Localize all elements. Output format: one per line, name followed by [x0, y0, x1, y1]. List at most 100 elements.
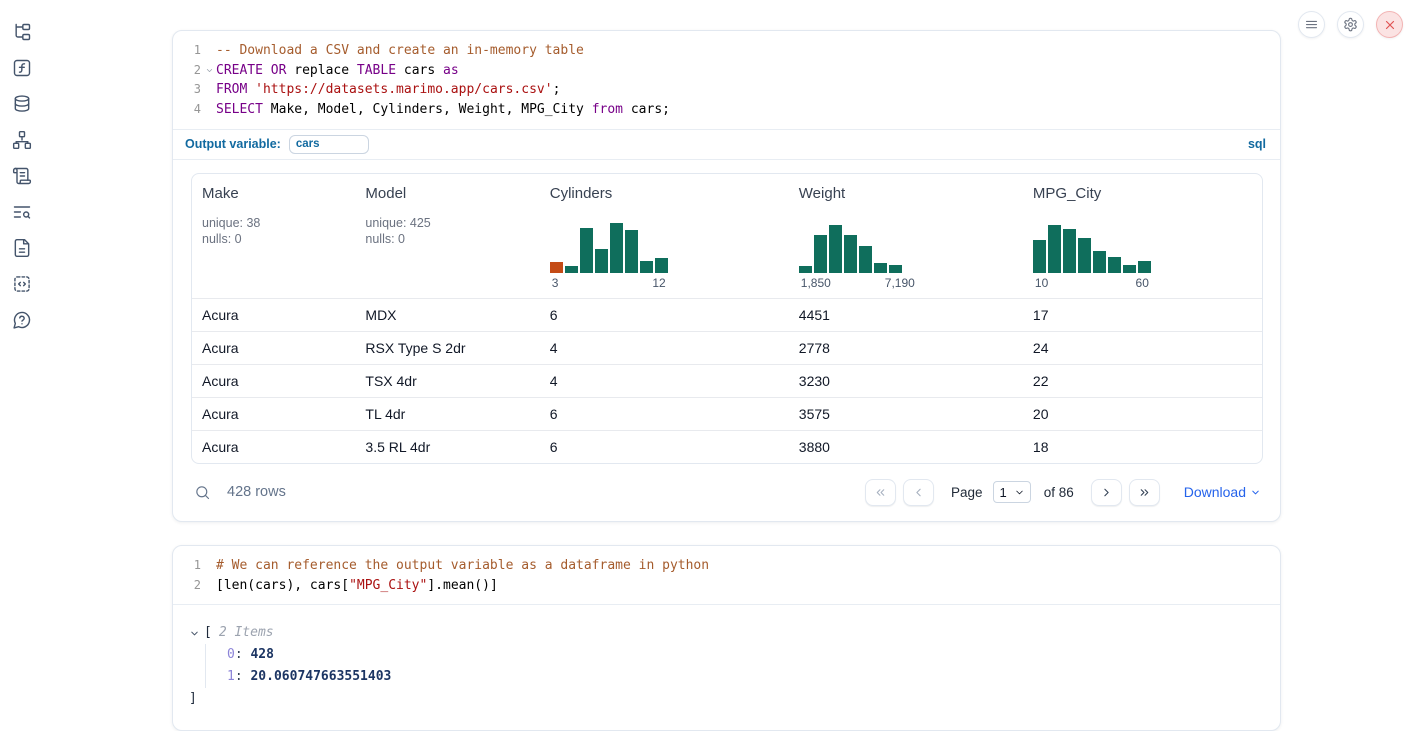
column-stat: nulls: 0	[202, 231, 345, 248]
histogram-bar[interactable]	[1108, 257, 1121, 273]
previous-page-button[interactable]	[903, 479, 934, 506]
token-str: "MPG_City"	[349, 578, 427, 593]
page-count-label: of 86	[1044, 485, 1074, 500]
help-chat-icon[interactable]	[12, 310, 32, 330]
token-kw: from	[592, 102, 623, 117]
table-cell: 4	[540, 365, 789, 397]
sql-code-editor[interactable]: 1-- Download a CSV and create an in-memo…	[173, 31, 1280, 129]
shutdown-x-icon[interactable]	[1376, 11, 1403, 38]
token: Make, Model, Cylinders, Weight, MPG_City	[263, 102, 592, 117]
column-name[interactable]: Model	[365, 185, 529, 202]
histogram-bar[interactable]	[1093, 251, 1106, 273]
window-controls	[1298, 11, 1403, 38]
histogram-bar[interactable]	[829, 225, 842, 273]
menu-icon[interactable]	[1298, 11, 1325, 38]
line-number: 2	[173, 61, 203, 81]
histogram-bar[interactable]	[1048, 225, 1061, 273]
token-cm: # We can reference the output variable a…	[216, 558, 709, 573]
table-cell: 6	[540, 299, 789, 331]
token-kw: CREATE	[216, 63, 263, 78]
table-cell: 3230	[789, 365, 1023, 397]
tree-item-key: 1	[227, 669, 235, 684]
table-cell: TL 4dr	[355, 398, 539, 430]
histogram-bar[interactable]	[640, 261, 653, 273]
column-stat: unique: 38	[202, 215, 345, 232]
output-variable-input[interactable]	[289, 135, 369, 154]
histogram-bars[interactable]	[1033, 223, 1151, 273]
table-body: AcuraMDX6445117AcuraRSX Type S 2dr427782…	[192, 298, 1262, 463]
token: cars;	[623, 102, 670, 117]
line-number: 4	[173, 100, 203, 120]
token: [len(cars), cars[	[216, 578, 349, 593]
code-content: FROM 'https://datasets.marimo.app/cars.c…	[203, 80, 560, 100]
histogram-bar[interactable]	[625, 230, 638, 273]
tree-open-bracket: [	[204, 622, 212, 644]
histogram-bar[interactable]	[580, 228, 593, 273]
table-row[interactable]: AcuraTL 4dr6357520	[192, 397, 1262, 430]
token: ;	[553, 82, 561, 97]
last-page-button[interactable]	[1129, 479, 1160, 506]
histogram-bar[interactable]	[844, 235, 857, 273]
histogram-bar[interactable]	[874, 263, 887, 273]
scroll-text-icon[interactable]	[12, 166, 32, 186]
file-text-icon[interactable]	[12, 238, 32, 258]
text-search-icon[interactable]	[12, 202, 32, 222]
column-name[interactable]: MPG_City	[1033, 185, 1252, 202]
settings-gear-icon[interactable]	[1337, 11, 1364, 38]
file-tree-icon[interactable]	[12, 22, 32, 42]
next-page-button[interactable]	[1091, 479, 1122, 506]
data-table: Makeunique: 38nulls: 0Modelunique: 425nu…	[191, 173, 1263, 464]
histogram-bar[interactable]	[550, 262, 563, 273]
token: cars	[396, 63, 443, 78]
search-icon[interactable]	[194, 484, 211, 501]
histogram-bars[interactable]	[550, 223, 668, 273]
histogram-bar[interactable]	[859, 246, 872, 273]
table-row[interactable]: Acura3.5 RL 4dr6388018	[192, 430, 1262, 463]
table-cell: 3.5 RL 4dr	[355, 431, 539, 463]
histogram-bar[interactable]	[595, 249, 608, 273]
fold-chevron-icon[interactable]	[205, 66, 214, 75]
histogram-bar[interactable]	[565, 266, 578, 273]
axis-max-label: 12	[652, 276, 665, 290]
column-name[interactable]: Make	[202, 185, 345, 202]
column-header-mpg_city: MPG_City1060	[1023, 174, 1262, 298]
histogram-bar[interactable]	[1033, 240, 1046, 273]
histogram-bar[interactable]	[1078, 238, 1091, 273]
tree-items: 0: 4281: 20.060747663551403	[205, 644, 1262, 688]
table-cell: 4	[540, 332, 789, 364]
histogram-bar[interactable]	[610, 223, 623, 273]
table-row[interactable]: AcuraTSX 4dr4323022	[192, 364, 1262, 397]
download-button[interactable]: Download	[1184, 484, 1261, 500]
histogram-bar[interactable]	[655, 258, 668, 273]
chevron-down-icon[interactable]	[189, 628, 200, 639]
function-square-icon[interactable]	[12, 58, 32, 78]
histogram-bar[interactable]	[799, 266, 812, 273]
table-cell: 3880	[789, 431, 1023, 463]
histogram-bar[interactable]	[1123, 265, 1136, 273]
first-page-button[interactable]	[865, 479, 896, 506]
sql-cell-output: Makeunique: 38nulls: 0Modelunique: 425nu…	[173, 159, 1280, 521]
table-cell: 18	[1023, 431, 1262, 463]
table-cell: 6	[540, 398, 789, 430]
token-kw: FROM	[216, 82, 247, 97]
database-icon[interactable]	[12, 94, 32, 114]
snippets-icon[interactable]	[12, 274, 32, 294]
table-row[interactable]: AcuraRSX Type S 2dr4277824	[192, 331, 1262, 364]
language-tag[interactable]: sql	[1248, 137, 1266, 151]
histogram-bar[interactable]	[1138, 261, 1151, 273]
column-name[interactable]: Weight	[799, 185, 1013, 202]
histogram-bar[interactable]	[814, 235, 827, 273]
histogram-bar[interactable]	[1063, 229, 1076, 273]
python-code-editor[interactable]: 1# We can reference the output variable …	[173, 546, 1280, 604]
code-line: 2CREATE OR replace TABLE cars as	[173, 61, 1280, 81]
histogram-bar[interactable]	[889, 265, 902, 273]
table-header-row: Makeunique: 38nulls: 0Modelunique: 425nu…	[192, 174, 1262, 298]
page-select[interactable]: 1	[993, 481, 1030, 503]
network-icon[interactable]	[12, 130, 32, 150]
token-kw: OR	[271, 63, 287, 78]
histogram-bars[interactable]	[799, 223, 917, 273]
table-row[interactable]: AcuraMDX6445117	[192, 298, 1262, 331]
token	[247, 82, 255, 97]
column-stat: unique: 425	[365, 215, 529, 232]
column-name[interactable]: Cylinders	[550, 185, 779, 202]
